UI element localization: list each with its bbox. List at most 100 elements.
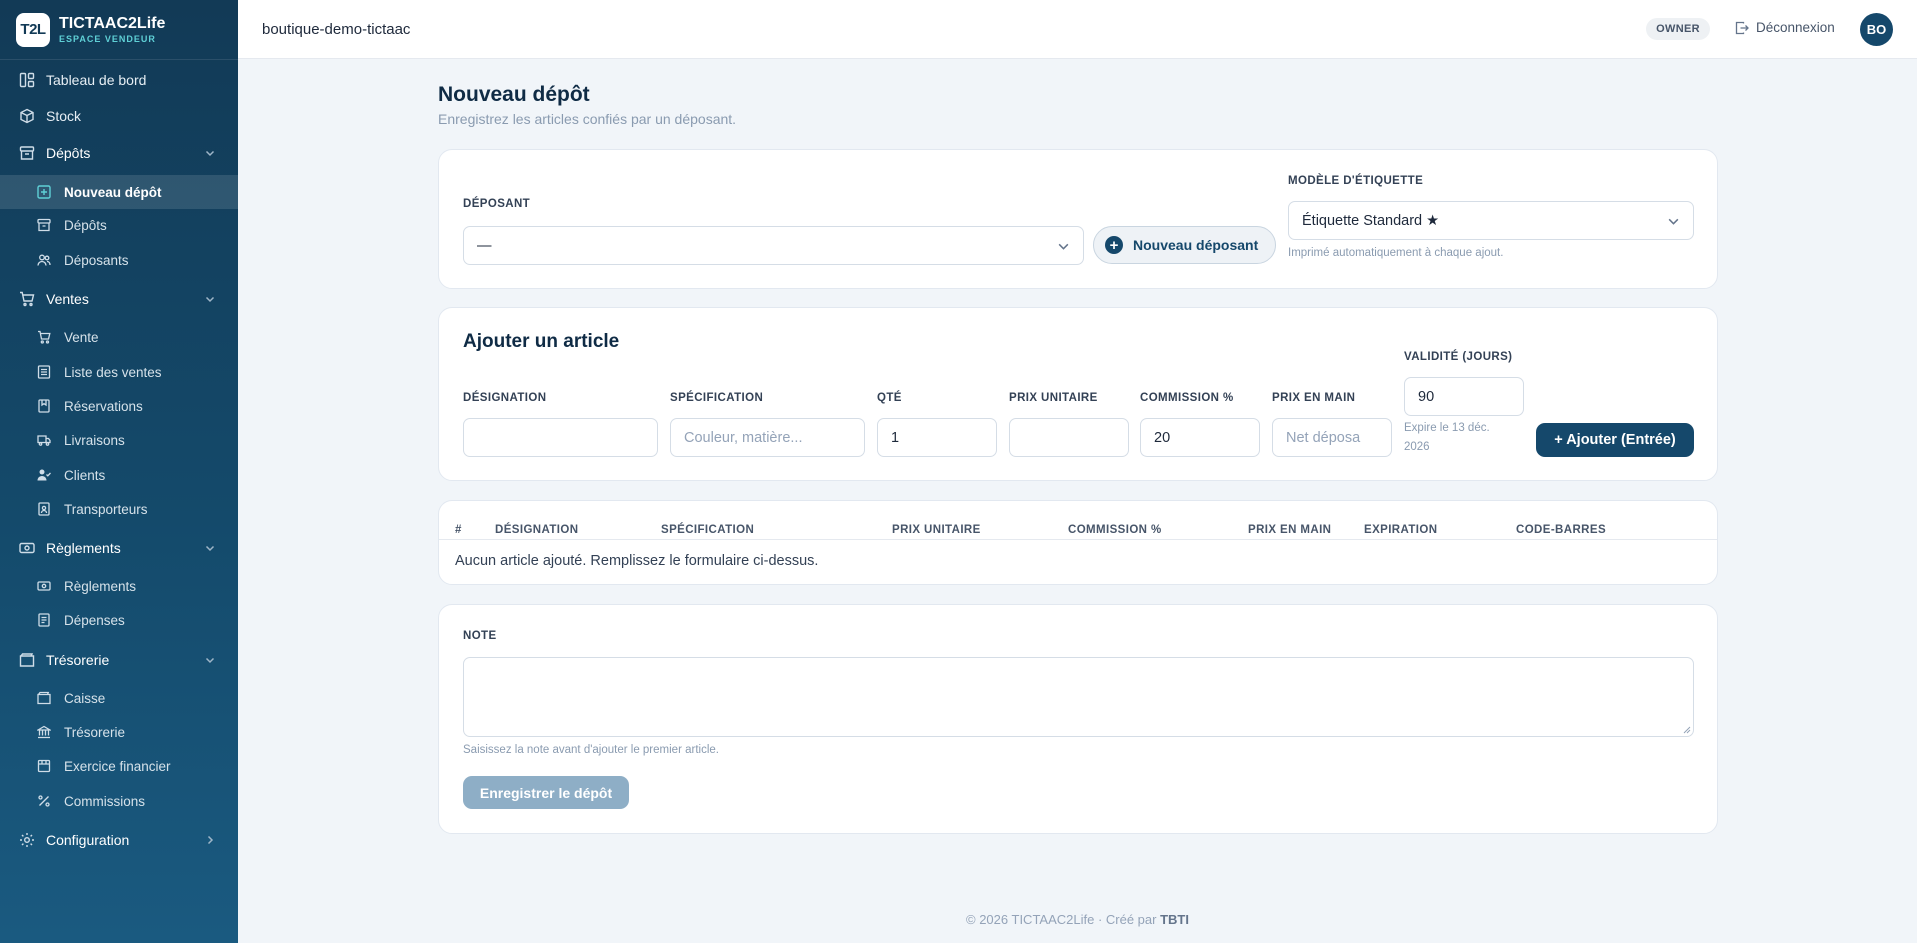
expiry-hint-line1: Expire le 13 déc. <box>1404 422 1490 434</box>
brand-logo: T2L <box>16 12 50 47</box>
sidebar-item-label: Déposants <box>64 252 129 268</box>
sidebar-item-label: Ventes <box>46 291 89 307</box>
sidebar-item-label: Règlements <box>64 578 137 594</box>
sidebar-item-label: Livraisons <box>64 432 125 448</box>
cart-icon <box>38 330 51 344</box>
footer-author[interactable]: TBTI <box>1160 912 1189 927</box>
sidebar-item-label: Dépenses <box>64 612 125 628</box>
sidebar-item-livraisons[interactable]: Livraisons <box>0 428 238 452</box>
sidebar-item-clients[interactable]: Clients <box>0 463 238 487</box>
sidebar-item-label: Clients <box>64 467 106 483</box>
cart-icon <box>20 291 35 307</box>
footer-text: © 2026 TICTAAC2Life · Créé par <box>966 912 1161 927</box>
validity-label: VALIDITÉ (JOURS) <box>1404 351 1513 363</box>
quantity-value: 1 <box>891 429 900 446</box>
bookmark-icon <box>38 399 50 413</box>
sidebar-item-depots[interactable]: Dépôts <box>0 213 238 237</box>
truck-icon <box>37 435 51 446</box>
save-deposit-button[interactable]: Enregistrer le dépôt <box>463 776 629 809</box>
commission-input[interactable]: 20 <box>1140 418 1260 457</box>
sidebar-item-depenses[interactable]: Dépenses <box>0 608 238 632</box>
sidebar-item-exercice-financier[interactable]: Exercice financier <box>0 754 238 778</box>
commission-label: COMMISSION % <box>1140 392 1234 404</box>
sidebar-item-label: Tableau de bord <box>46 72 147 88</box>
logout-button[interactable]: Déconnexion <box>1735 20 1835 35</box>
sidebar-item-label: Vente <box>64 329 99 345</box>
sidebar-item-nouveau-depot[interactable]: Nouveau dépôt <box>0 175 238 209</box>
sidebar-item-label: Liste des ventes <box>64 364 162 380</box>
unit-price-input[interactable] <box>1009 418 1129 457</box>
avatar[interactable]: BO <box>1860 13 1893 46</box>
sidebar-item-vente[interactable]: Vente <box>0 325 238 349</box>
receipt-icon <box>38 613 50 627</box>
percent-icon <box>38 795 50 807</box>
sidebar-item-caisse[interactable]: Caisse <box>0 686 238 710</box>
specification-label: SPÉCIFICATION <box>670 392 764 404</box>
designation-input[interactable] <box>463 418 658 457</box>
sidebar-item-label: Réservations <box>64 398 143 414</box>
validity-input[interactable]: 90 <box>1404 377 1524 416</box>
shop-name: boutique-demo-tictaac <box>262 21 411 38</box>
chevron-down-icon <box>205 545 215 552</box>
designation-label: DÉSIGNATION <box>463 392 547 404</box>
sidebar-item-reservations[interactable]: Réservations <box>0 394 238 418</box>
banknote-icon <box>19 542 35 554</box>
net-price-input[interactable]: Net déposa <box>1272 418 1392 457</box>
user-check-icon <box>37 469 51 481</box>
chevron-down-icon <box>205 657 215 664</box>
unit-price-label: PRIX UNITAIRE <box>1009 392 1098 404</box>
page-subtitle: Enregistrez les articles confiés par un … <box>438 111 737 127</box>
sidebar-item-label: Trésorerie <box>64 724 126 740</box>
banknote-icon <box>37 581 51 591</box>
logout-icon <box>1735 21 1749 34</box>
depositor-select[interactable]: — <box>463 226 1084 265</box>
note-label: NOTE <box>463 630 497 642</box>
sidebar-group-ventes[interactable]: Ventes <box>0 287 238 311</box>
sidebar-item-transporteurs[interactable]: Transporteurs <box>0 497 238 521</box>
wallet-icon <box>37 691 51 705</box>
archive-icon <box>19 146 35 160</box>
sidebar-item-reglements[interactable]: Règlements <box>0 574 238 598</box>
sidebar-item-deposants[interactable]: Déposants <box>0 248 238 272</box>
sidebar-item-stock[interactable]: Stock <box>0 104 238 128</box>
users-icon <box>37 254 51 266</box>
specification-placeholder: Couleur, matière... <box>684 429 803 446</box>
chevron-right-icon <box>207 835 214 845</box>
sidebar-item-commissions[interactable]: Commissions <box>0 789 238 813</box>
depositor-select-value: — <box>477 237 492 254</box>
label-template-hint: Imprimé automatiquement à chaque ajout. <box>1288 247 1504 259</box>
add-article-button[interactable]: + Ajouter (Entrée) <box>1536 423 1694 457</box>
sidebar-item-label: Stock <box>46 108 82 124</box>
logout-label: Déconnexion <box>1756 20 1835 35</box>
specification-input[interactable]: Couleur, matière... <box>670 418 865 457</box>
validity-value: 90 <box>1418 388 1435 405</box>
archive-icon <box>37 218 51 232</box>
depositor-card: DÉPOSANT — + Nouveau déposant MODÈLE D'É… <box>438 149 1718 289</box>
role-badge: OWNER <box>1646 18 1710 40</box>
sidebar-group-tresorerie[interactable]: Trésorerie <box>0 648 238 672</box>
quantity-label: QTÉ <box>877 392 902 404</box>
new-depositor-button[interactable]: + Nouveau déposant <box>1093 226 1276 264</box>
sidebar-item-label: Dépôts <box>64 217 107 233</box>
sidebar-item-tableau-de-bord[interactable]: Tableau de bord <box>0 68 238 92</box>
label-template-label: MODÈLE D'ÉTIQUETTE <box>1288 175 1424 187</box>
label-template-select[interactable]: Étiquette Standard ★ <box>1288 201 1694 240</box>
sidebar-item-label: Transporteurs <box>64 501 148 517</box>
quantity-input[interactable]: 1 <box>877 418 997 457</box>
sidebar-group-configuration[interactable]: Configuration <box>0 828 238 852</box>
note-textarea[interactable] <box>463 657 1694 737</box>
resize-grip-icon[interactable] <box>1683 726 1691 734</box>
label-template-value: Étiquette Standard ★ <box>1302 212 1440 229</box>
column-header-unit-price: PRIX UNITAIRE <box>892 524 981 536</box>
sidebar-item-label: Règlements <box>46 540 121 556</box>
sidebar-group-depots[interactable]: Dépôts <box>0 141 238 165</box>
note-card: NOTE Saisissez la note avant d'ajouter l… <box>438 604 1718 834</box>
sidebar-group-reglements[interactable]: Règlements <box>0 536 238 560</box>
sidebar-item-tresorerie[interactable]: Trésorerie <box>0 720 238 744</box>
commission-value: 20 <box>1154 429 1171 446</box>
sidebar-item-liste-des-ventes[interactable]: Liste des ventes <box>0 360 238 384</box>
brand[interactable]: T2L TICTAAC2Life ESPACE VENDEUR <box>0 0 238 60</box>
net-price-label: PRIX EN MAIN <box>1272 392 1356 404</box>
list-icon <box>37 365 51 379</box>
expiry-hint-line2: 2026 <box>1404 441 1430 453</box>
